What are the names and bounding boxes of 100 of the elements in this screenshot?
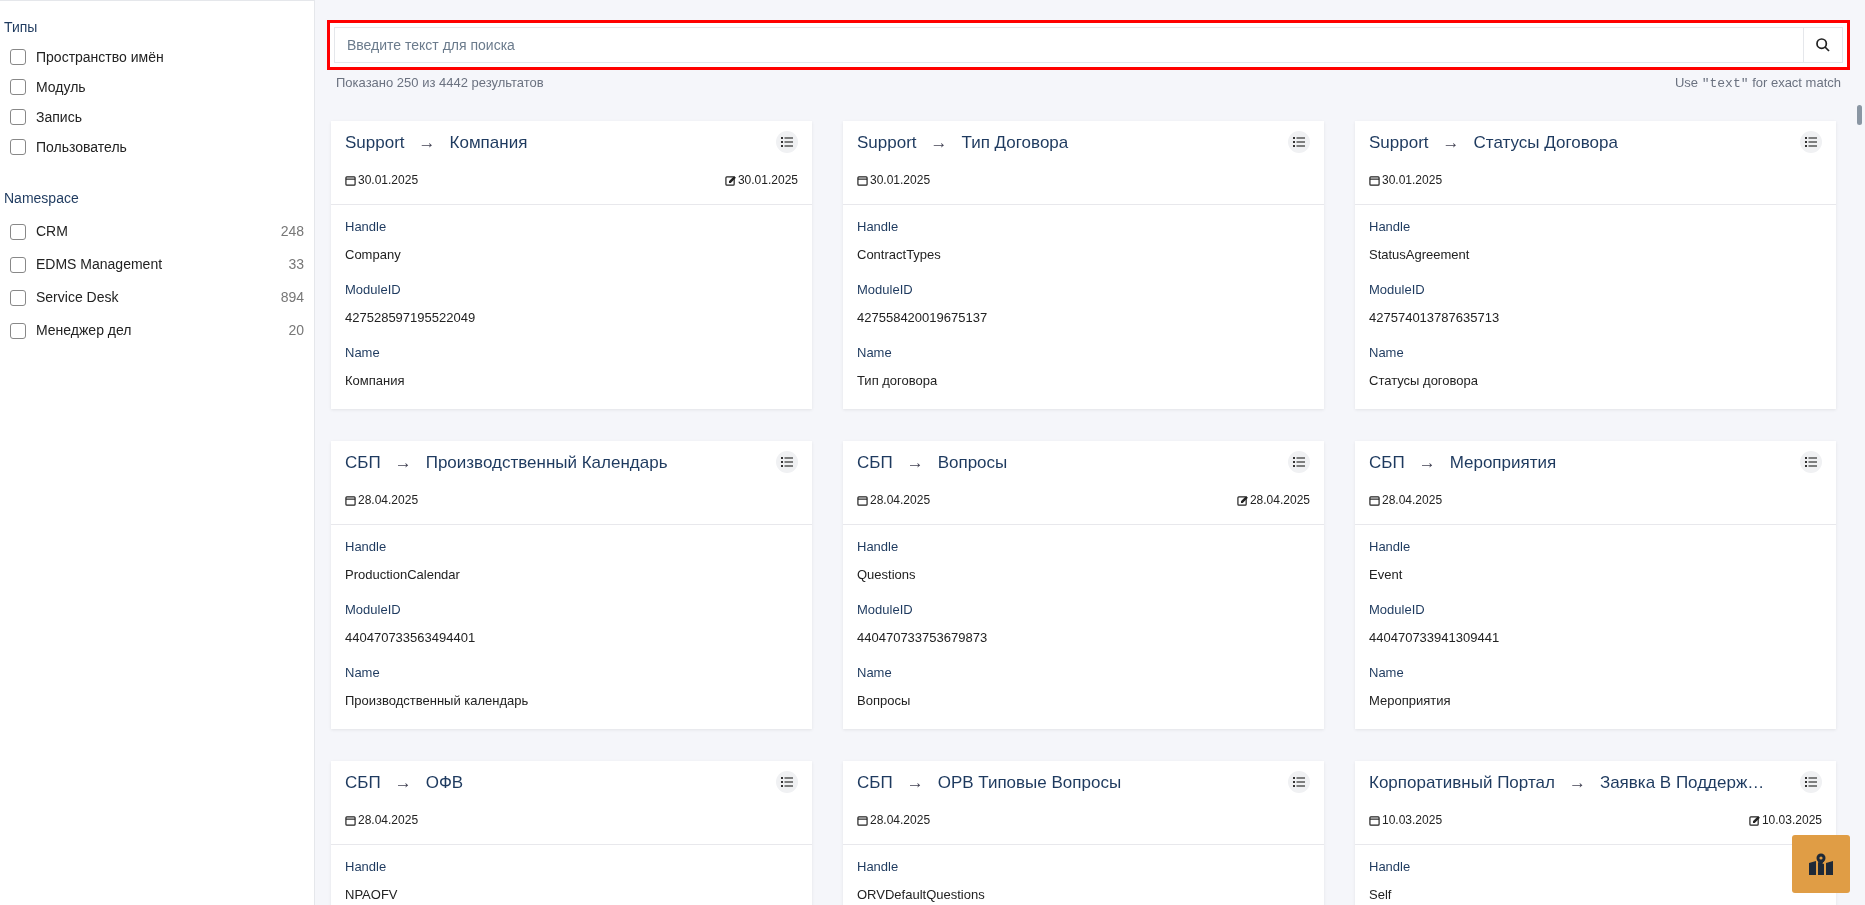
search-icon	[1815, 37, 1831, 53]
list-button[interactable]	[1800, 771, 1822, 794]
checkbox[interactable]	[10, 79, 26, 95]
created-date: 30.01.2025	[870, 172, 931, 189]
filter-label[interactable]: Service Desk	[36, 287, 281, 308]
card-title: Вопросы	[937, 451, 1008, 474]
field-label: ModuleID	[1369, 281, 1425, 299]
created-date: 30.01.2025	[1382, 172, 1443, 189]
arrow-icon: →	[1418, 449, 1436, 475]
arrow-icon: →	[1568, 769, 1586, 795]
list-icon	[781, 777, 793, 788]
card-title: ОФВ	[425, 771, 464, 794]
field-label: Name	[345, 344, 380, 362]
edit-icon	[724, 174, 736, 186]
arrow-icon: →	[418, 129, 436, 155]
field-label: Handle	[1369, 218, 1411, 236]
list-button[interactable]	[1288, 771, 1310, 794]
calendar-icon	[345, 494, 356, 506]
calendar-icon	[857, 814, 868, 826]
map-button[interactable]	[1792, 835, 1850, 893]
calendar-icon	[857, 494, 868, 506]
list-icon	[1293, 137, 1305, 148]
field-label: ModuleID	[857, 281, 913, 299]
filter-label[interactable]: CRM	[36, 221, 281, 242]
arrow-icon: →	[906, 769, 924, 795]
field-label: Handle	[1369, 538, 1411, 556]
checkbox[interactable]	[10, 223, 26, 240]
updated-date: 10.03.2025	[1761, 812, 1822, 829]
card-title: Производственный Календарь	[425, 451, 668, 474]
calendar-icon	[1369, 494, 1380, 506]
field-label: Handle	[345, 858, 387, 876]
field-label: Name	[345, 664, 380, 682]
checkbox[interactable]	[10, 109, 26, 125]
checkbox[interactable]	[10, 289, 26, 306]
checkbox[interactable]	[10, 256, 26, 273]
field-label: ModuleID	[345, 281, 401, 299]
card-namespace: СБП	[1369, 451, 1405, 474]
scrollbar-thumb[interactable]	[1857, 105, 1862, 125]
list-button[interactable]	[1800, 451, 1822, 474]
field-label: Name	[857, 344, 892, 362]
calendar-icon	[345, 174, 356, 186]
filter-label[interactable]: Запись	[36, 106, 304, 128]
list-button[interactable]	[776, 131, 798, 154]
created-date: 28.04.2025	[870, 812, 931, 829]
field-value: Статусы договора	[1369, 372, 1478, 390]
card-title: ОРВ Типовые Вопросы	[937, 771, 1122, 794]
card-namespace: Support	[857, 131, 917, 154]
card-title: Статусы Договора	[1473, 131, 1618, 154]
field-value: Компания	[345, 372, 405, 390]
filter-count: 20	[288, 321, 304, 340]
card-title: Тип Договора	[961, 131, 1069, 154]
filter-label[interactable]: Пространство имён	[36, 46, 304, 68]
filter-label[interactable]: Менеджер дел	[36, 320, 289, 341]
arrow-icon: →	[930, 129, 948, 155]
list-icon	[1805, 137, 1817, 148]
card-title: Компания	[449, 131, 528, 154]
field-value: Questions	[857, 566, 916, 584]
filter-label[interactable]: Пользователь	[36, 136, 304, 158]
field-value: ContractTypes	[857, 246, 941, 264]
section-heading: Namespace	[3, 189, 80, 208]
filter-count: 894	[280, 288, 304, 307]
field-value: StatusAgreement	[1369, 246, 1470, 264]
list-icon	[1293, 777, 1305, 788]
search-field[interactable]: Введите текст для поиска	[327, 20, 1850, 70]
list-button[interactable]	[776, 771, 798, 794]
list-button[interactable]	[776, 451, 798, 474]
created-date: 28.04.2025	[870, 492, 931, 509]
field-value: NPAOFV	[345, 886, 398, 904]
list-button[interactable]	[1800, 131, 1822, 154]
calendar-icon	[1369, 814, 1380, 826]
list-icon	[781, 457, 793, 468]
field-label: Handle	[857, 858, 899, 876]
field-label: ModuleID	[1369, 601, 1425, 619]
list-button[interactable]	[1288, 451, 1310, 474]
filter-count: 33	[288, 255, 304, 274]
results-count: Показано 250 из 4442 результатов	[336, 74, 544, 92]
field-value: Self	[1369, 886, 1392, 904]
field-value: Вопросы	[857, 692, 911, 710]
calendar-icon	[1369, 174, 1380, 186]
field-value: ORVDefaultQuestions	[857, 886, 985, 904]
checkbox[interactable]	[10, 139, 26, 155]
filter-label[interactable]: EDMS Management	[36, 254, 289, 275]
list-icon	[1805, 457, 1817, 468]
edit-icon	[1748, 814, 1760, 826]
edit-icon	[1236, 494, 1248, 506]
field-value: Тип договора	[857, 372, 938, 390]
filter-label[interactable]: Модуль	[36, 76, 304, 98]
search-button[interactable]	[1803, 27, 1843, 63]
field-label: ModuleID	[345, 601, 401, 619]
card-namespace: Support	[1369, 131, 1429, 154]
field-label: Handle	[1369, 858, 1411, 876]
field-value: Event	[1369, 566, 1403, 584]
checkbox[interactable]	[10, 322, 26, 339]
list-button[interactable]	[1288, 131, 1310, 154]
field-label: Handle	[345, 218, 387, 236]
card-namespace: СБП	[345, 771, 381, 794]
calendar-icon	[345, 814, 356, 826]
section-heading: Типы	[3, 18, 39, 37]
field-label: Handle	[345, 538, 387, 556]
checkbox[interactable]	[10, 49, 26, 65]
